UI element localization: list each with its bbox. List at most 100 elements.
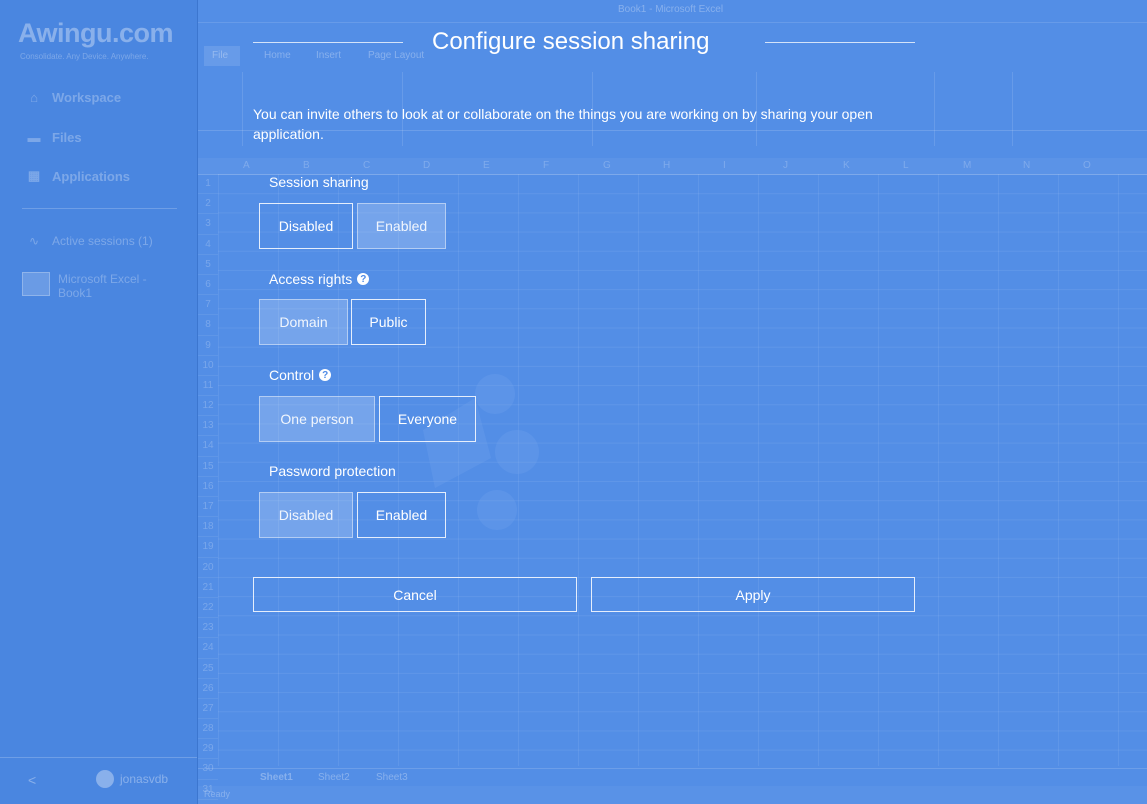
row-number: 10 (198, 356, 218, 376)
user-menu[interactable]: jonasvdb (96, 770, 168, 788)
ribbon-tab-home: Home (264, 50, 291, 61)
cancel-button[interactable]: Cancel (253, 577, 577, 612)
row-number: 19 (198, 537, 218, 558)
control-label-text: Control (269, 367, 315, 383)
column-header: M (963, 160, 972, 171)
username: jonasvdb (120, 772, 169, 786)
ribbon-group (198, 72, 243, 146)
tagline: Consolidate. Any Device. Anywhere. (20, 52, 149, 61)
access-rights-public-button[interactable]: Public (351, 299, 426, 345)
column-header: B (303, 160, 310, 171)
active-sessions[interactable]: ∿ Active sessions (1) (26, 230, 153, 252)
access-rights-domain-button[interactable]: Domain (259, 299, 348, 345)
ribbon-tab-insert: Insert (316, 50, 342, 61)
row-number: 6 (198, 275, 218, 296)
dialog-description: You can invite others to look at or coll… (253, 106, 873, 142)
column-header: I (723, 160, 726, 171)
row-number: 15 (198, 457, 218, 477)
row-number: 23 (198, 618, 218, 639)
row-number: 27 (198, 699, 218, 720)
collapse-sidebar-button[interactable]: < (28, 772, 36, 788)
row-number: 24 (198, 638, 218, 659)
session-sharing-label-text: Session sharing (269, 174, 369, 190)
row-number: 20 (198, 558, 218, 578)
folder-icon: ▬ (27, 129, 41, 145)
title-rule-right (765, 42, 915, 43)
sheet-tab-2: Sheet2 (318, 772, 350, 783)
session-sharing-disabled-button[interactable]: Disabled (259, 203, 353, 249)
ribbon-tab-file: File (212, 50, 229, 61)
session-sharing-label: Session sharing (269, 174, 369, 190)
session-app-label: Microsoft Excel - Book1 (58, 272, 147, 300)
row-number: 25 (198, 659, 218, 679)
column-headers: A B C D E F G H I J K L M N O (198, 158, 1147, 175)
password-protection-disabled-button[interactable]: Disabled (259, 492, 353, 538)
row-number: 4 (198, 235, 218, 255)
excel-titlebar: Book1 - Microsoft Excel (198, 0, 1147, 23)
excel-status: Ready (204, 789, 231, 799)
pulse-icon: ∿ (28, 234, 40, 248)
column-header: H (663, 160, 671, 171)
sidebar-item-applications[interactable]: ▦ Applications (26, 165, 130, 187)
row-number: 1 (198, 174, 218, 195)
apply-button[interactable]: Apply (591, 577, 915, 612)
row-number: 11 (198, 376, 218, 397)
column-header: O (1083, 160, 1091, 171)
dialog-title: Configure session sharing (432, 28, 710, 55)
password-protection-enabled-button[interactable]: Enabled (357, 492, 446, 538)
excel-window-title: Book1 - Microsoft Excel (618, 4, 724, 15)
sidebar-divider (22, 208, 177, 209)
row-number: 3 (198, 214, 218, 235)
password-protection-label: Password protection (269, 463, 396, 479)
sidebar-item-label: Files (52, 129, 82, 145)
sheet-tab-1: Sheet1 (260, 772, 293, 783)
column-header: N (1023, 160, 1031, 171)
row-number: 2 (198, 194, 218, 215)
home-icon: ⌂ (30, 89, 38, 105)
access-rights-label: Access rights ? (269, 271, 370, 287)
sidebar-item-label: Workspace (52, 89, 122, 105)
sidebar-footer: < jonasvdb (0, 757, 197, 804)
grid-icon: ▦ (27, 168, 41, 183)
sidebar-item-workspace[interactable]: ⌂ Workspace (26, 86, 121, 108)
session-app-excel[interactable]: Microsoft Excel - Book1 (22, 272, 168, 300)
column-header: G (603, 160, 611, 171)
row-number: 9 (198, 336, 218, 356)
ribbon-group (934, 72, 1013, 146)
ribbon-tab-page-layout: Page Layout (368, 50, 425, 61)
column-header: A (243, 160, 250, 171)
row-number: 29 (198, 739, 218, 760)
excel-status-bar: Ready (198, 786, 1147, 804)
column-header: K (843, 160, 850, 171)
row-number: 21 (198, 578, 218, 598)
row-number: 26 (198, 679, 218, 699)
row-number: 5 (198, 255, 218, 275)
row-number: 17 (198, 497, 218, 518)
column-header: E (483, 160, 490, 171)
sidebar-item-label: Applications (52, 168, 131, 184)
column-header: C (363, 160, 371, 171)
control-one-person-button[interactable]: One person (259, 396, 375, 442)
row-numbers: 1 2 3 4 5 6 7 8 9 10 11 12 13 14 15 16 17 18 19 20 21 22 23 24 2… (198, 174, 218, 800)
sidebar-item-files[interactable]: ▬ Files (26, 126, 82, 148)
sheet-tabs: Sheet1 Sheet2 Sheet3 (198, 768, 1147, 787)
row-number: 8 (198, 315, 218, 336)
control-label: Control ? (269, 367, 332, 383)
session-sharing-enabled-button[interactable]: Enabled (357, 203, 446, 249)
password-protection-label-text: Password protection (269, 463, 396, 479)
sheet-tab-3: Sheet3 (376, 772, 408, 783)
column-header: J (783, 160, 788, 171)
row-number: 16 (198, 477, 218, 497)
sidebar: Awingu.com Consolidate. Any Device. Anyw… (0, 0, 198, 804)
access-rights-label-text: Access rights (269, 271, 353, 287)
help-icon[interactable]: ? (319, 369, 332, 381)
row-number: 28 (198, 719, 218, 740)
title-rule-left (253, 42, 403, 43)
row-number: 14 (198, 436, 218, 457)
user-avatar-icon (96, 770, 114, 788)
excel-icon (22, 272, 50, 296)
control-everyone-button[interactable]: Everyone (379, 396, 476, 442)
active-sessions-label: Active sessions (1) (52, 234, 153, 248)
row-number: 18 (198, 517, 218, 538)
help-icon[interactable]: ? (357, 273, 370, 285)
